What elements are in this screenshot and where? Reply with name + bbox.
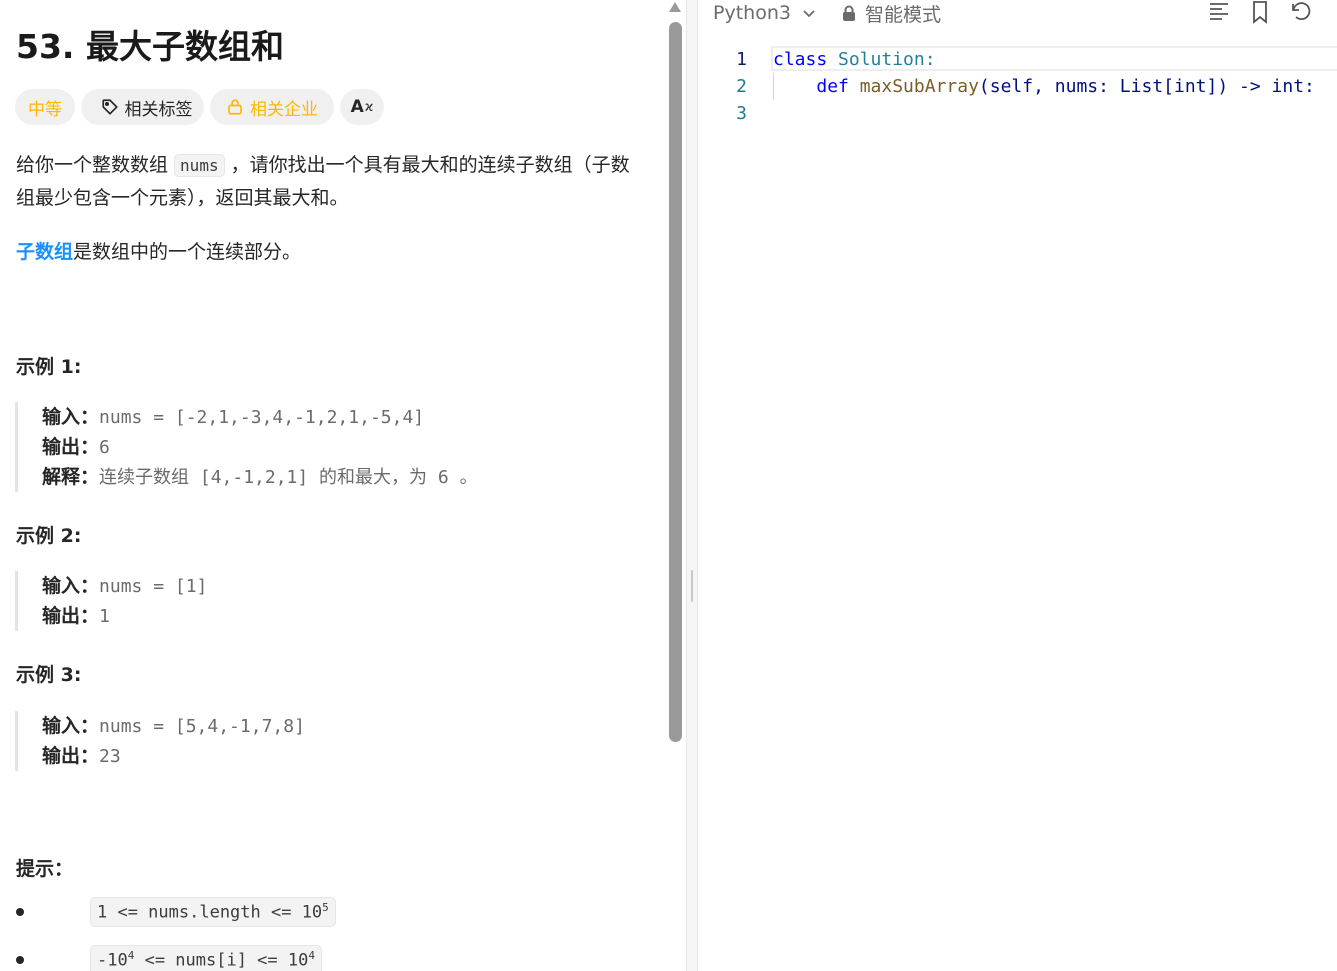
lock-icon	[843, 5, 855, 21]
example-2-block: 输入：nums = [1] 输出：1	[15, 571, 207, 631]
smart-mode-toggle[interactable]: 智能模式	[842, 0, 941, 26]
example-3-input: nums = [5,4,-1,7,8]	[99, 716, 305, 737]
language-select[interactable]: Python3	[713, 0, 817, 26]
problem-description-pane: 53. 最大子数组和 中等 相关标签 相关企业 Aϰ 给你一个整数数组 nums…	[0, 0, 666, 971]
translate-icon: A	[350, 97, 364, 117]
line-number: 1	[736, 49, 747, 70]
scroll-up-arrow-icon[interactable]	[668, 0, 682, 14]
code-editor-pane: Python3 智能模式 1 class Solution: 2 def max…	[699, 0, 1337, 971]
example-1-title: 示例 1:	[16, 356, 82, 378]
example-3-block: 输入：nums = [5,4,-1,7,8] 输出：23	[15, 711, 305, 771]
pane-divider[interactable]	[686, 0, 698, 971]
difficulty-badge[interactable]: 中等	[15, 89, 75, 125]
problem-title: 53. 最大子数组和	[16, 27, 284, 66]
chevron-down-icon	[803, 10, 815, 18]
subarray-link[interactable]: 子数组	[16, 241, 73, 263]
constraint-item: -104 <= nums[i] <= 104	[16, 945, 322, 971]
code-line-2[interactable]: 2 def maxSubArray(self, nums: List[int])…	[699, 73, 1337, 100]
related-tags-button[interactable]: 相关标签	[81, 89, 204, 125]
reset-icon[interactable]	[1289, 0, 1313, 24]
line-number: 3	[736, 103, 747, 124]
format-code-icon[interactable]	[1207, 0, 1231, 24]
example-2-title: 示例 2:	[16, 525, 82, 547]
translate-button[interactable]: Aϰ	[340, 89, 384, 125]
divider-handle[interactable]	[691, 570, 693, 602]
signature: (self, nums: List[int]) -> int:	[978, 76, 1315, 97]
bookmark-icon[interactable]	[1248, 0, 1272, 24]
problem-description: 给你一个整数数组 nums ，请你找出一个具有最大和的连续子数组（子数组最少包含…	[16, 154, 630, 209]
code-line-1[interactable]: 1 class Solution:	[699, 46, 1337, 73]
constraints-title: 提示：	[16, 858, 74, 880]
tag-icon	[101, 99, 118, 115]
subarray-definition: 子数组是数组中的一个连续部分。	[16, 241, 302, 263]
example-2-input: nums = [1]	[99, 576, 208, 597]
smart-mode-label: 智能模式	[865, 3, 942, 26]
example-2-output: 1	[99, 606, 110, 627]
line-number: 2	[736, 76, 747, 97]
example-3-output: 23	[99, 746, 121, 767]
language-label: Python3	[713, 2, 791, 24]
related-companies-label: 相关企业	[250, 99, 318, 120]
example-1-explanation: 连续子数组 [4,-1,2,1] 的和最大，为 6 。	[99, 467, 478, 488]
code-area[interactable]: 1 class Solution: 2 def maxSubArray(self…	[699, 46, 1337, 127]
code-line-3[interactable]: 3	[699, 100, 1337, 127]
constraint-item: 1 <= nums.length <= 105	[16, 897, 336, 927]
example-1-input: nums = [-2,1,-3,4,-1,2,1,-5,4]	[99, 407, 425, 428]
inline-code-nums: nums	[174, 154, 225, 177]
bullet	[16, 956, 24, 964]
bullet	[16, 908, 24, 916]
example-1-output: 6	[99, 437, 110, 458]
example-3-title: 示例 3:	[16, 664, 82, 686]
scrollbar-thumb[interactable]	[669, 22, 682, 742]
related-companies-button[interactable]: 相关企业	[210, 89, 334, 125]
related-tags-label: 相关标签	[124, 99, 193, 120]
lock-icon	[228, 99, 242, 115]
example-1-block: 输入：nums = [-2,1,-3,4,-1,2,1,-5,4] 输出：6 解…	[15, 402, 478, 492]
difficulty-label: 中等	[28, 99, 62, 120]
